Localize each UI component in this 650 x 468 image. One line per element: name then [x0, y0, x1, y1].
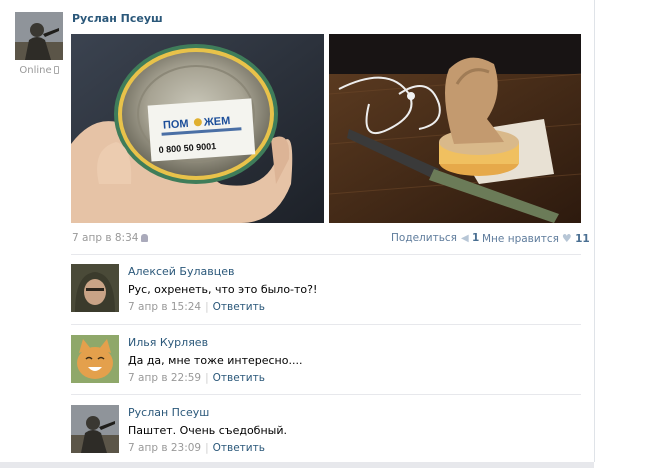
comment-avatar-1[interactable] — [71, 264, 119, 312]
online-status: Online — [15, 65, 63, 76]
like-label[interactable]: Мне нравится — [482, 233, 559, 245]
post-date-text[interactable]: 7 апр в 8:34 — [72, 232, 138, 244]
comment-meta-2: 7 апр в 22:59 | Ответить — [128, 372, 265, 384]
comment-meta-3: 7 апр в 23:09 | Ответить — [128, 442, 265, 454]
comment-meta-1: 7 апр в 15:24 | Ответить — [128, 301, 265, 313]
heart-icon: ♥ — [561, 232, 572, 245]
comment-date-1[interactable]: 7 апр в 15:24 — [128, 301, 201, 313]
share-button[interactable]: Поделиться ◀ 1 — [391, 232, 479, 244]
comment-author-1[interactable]: Алексей Булавцев — [128, 265, 234, 278]
meta-separator: | — [205, 301, 209, 313]
share-label[interactable]: Поделиться — [391, 232, 457, 244]
post-photo-pate[interactable] — [329, 34, 581, 223]
comment-avatar-2[interactable] — [71, 335, 119, 383]
online-status-text: Online — [19, 65, 52, 76]
post-author-name[interactable]: Руслан Псеуш — [72, 12, 163, 25]
megaphone-icon: ◀ — [460, 233, 469, 244]
comment-author-3[interactable]: Руслан Псеуш — [128, 406, 209, 419]
comment-divider-2 — [71, 394, 581, 395]
reply-link-2[interactable]: Ответить — [213, 372, 265, 384]
comment-date-2[interactable]: 7 апр в 22:59 — [128, 372, 201, 384]
mobile-phone-icon — [53, 66, 59, 74]
post-photo-can[interactable]: ПОМ ЖЕМ 0 800 50 9001 — [71, 34, 324, 223]
comment-text-3: Паштет. Очень съедобный. — [128, 424, 287, 437]
comment-avatar-3[interactable] — [71, 405, 119, 453]
bottom-scroll-strip — [0, 462, 650, 468]
meta-separator: | — [205, 442, 209, 454]
post-author-avatar[interactable] — [15, 12, 63, 60]
reply-link-3[interactable]: Ответить — [213, 442, 265, 454]
sticker-brand-1: ПОМ — [163, 118, 189, 132]
comment-date-3[interactable]: 7 апр в 23:09 — [128, 442, 201, 454]
page-right-border — [594, 0, 595, 468]
like-count: 11 — [575, 233, 590, 245]
reply-link-1[interactable]: Ответить — [213, 301, 265, 313]
sticker-brand-2: ЖЕМ — [203, 115, 231, 129]
comment-author-2[interactable]: Илья Курляев — [128, 336, 208, 349]
comment-text-1: Рус, охренеть, что это было-то?! — [128, 283, 318, 296]
android-icon — [141, 234, 149, 242]
post-date[interactable]: 7 апр в 8:34 — [72, 232, 149, 244]
bottom-strip-gap — [594, 462, 650, 468]
comment-text-2: Да да, мне тоже интересно.... — [128, 354, 303, 367]
comment-divider-1 — [71, 324, 581, 325]
share-count: 1 — [472, 232, 480, 244]
comments-divider — [71, 254, 581, 255]
meta-separator: | — [205, 372, 209, 384]
like-button[interactable]: Мне нравится ♥ 11 — [482, 232, 590, 245]
